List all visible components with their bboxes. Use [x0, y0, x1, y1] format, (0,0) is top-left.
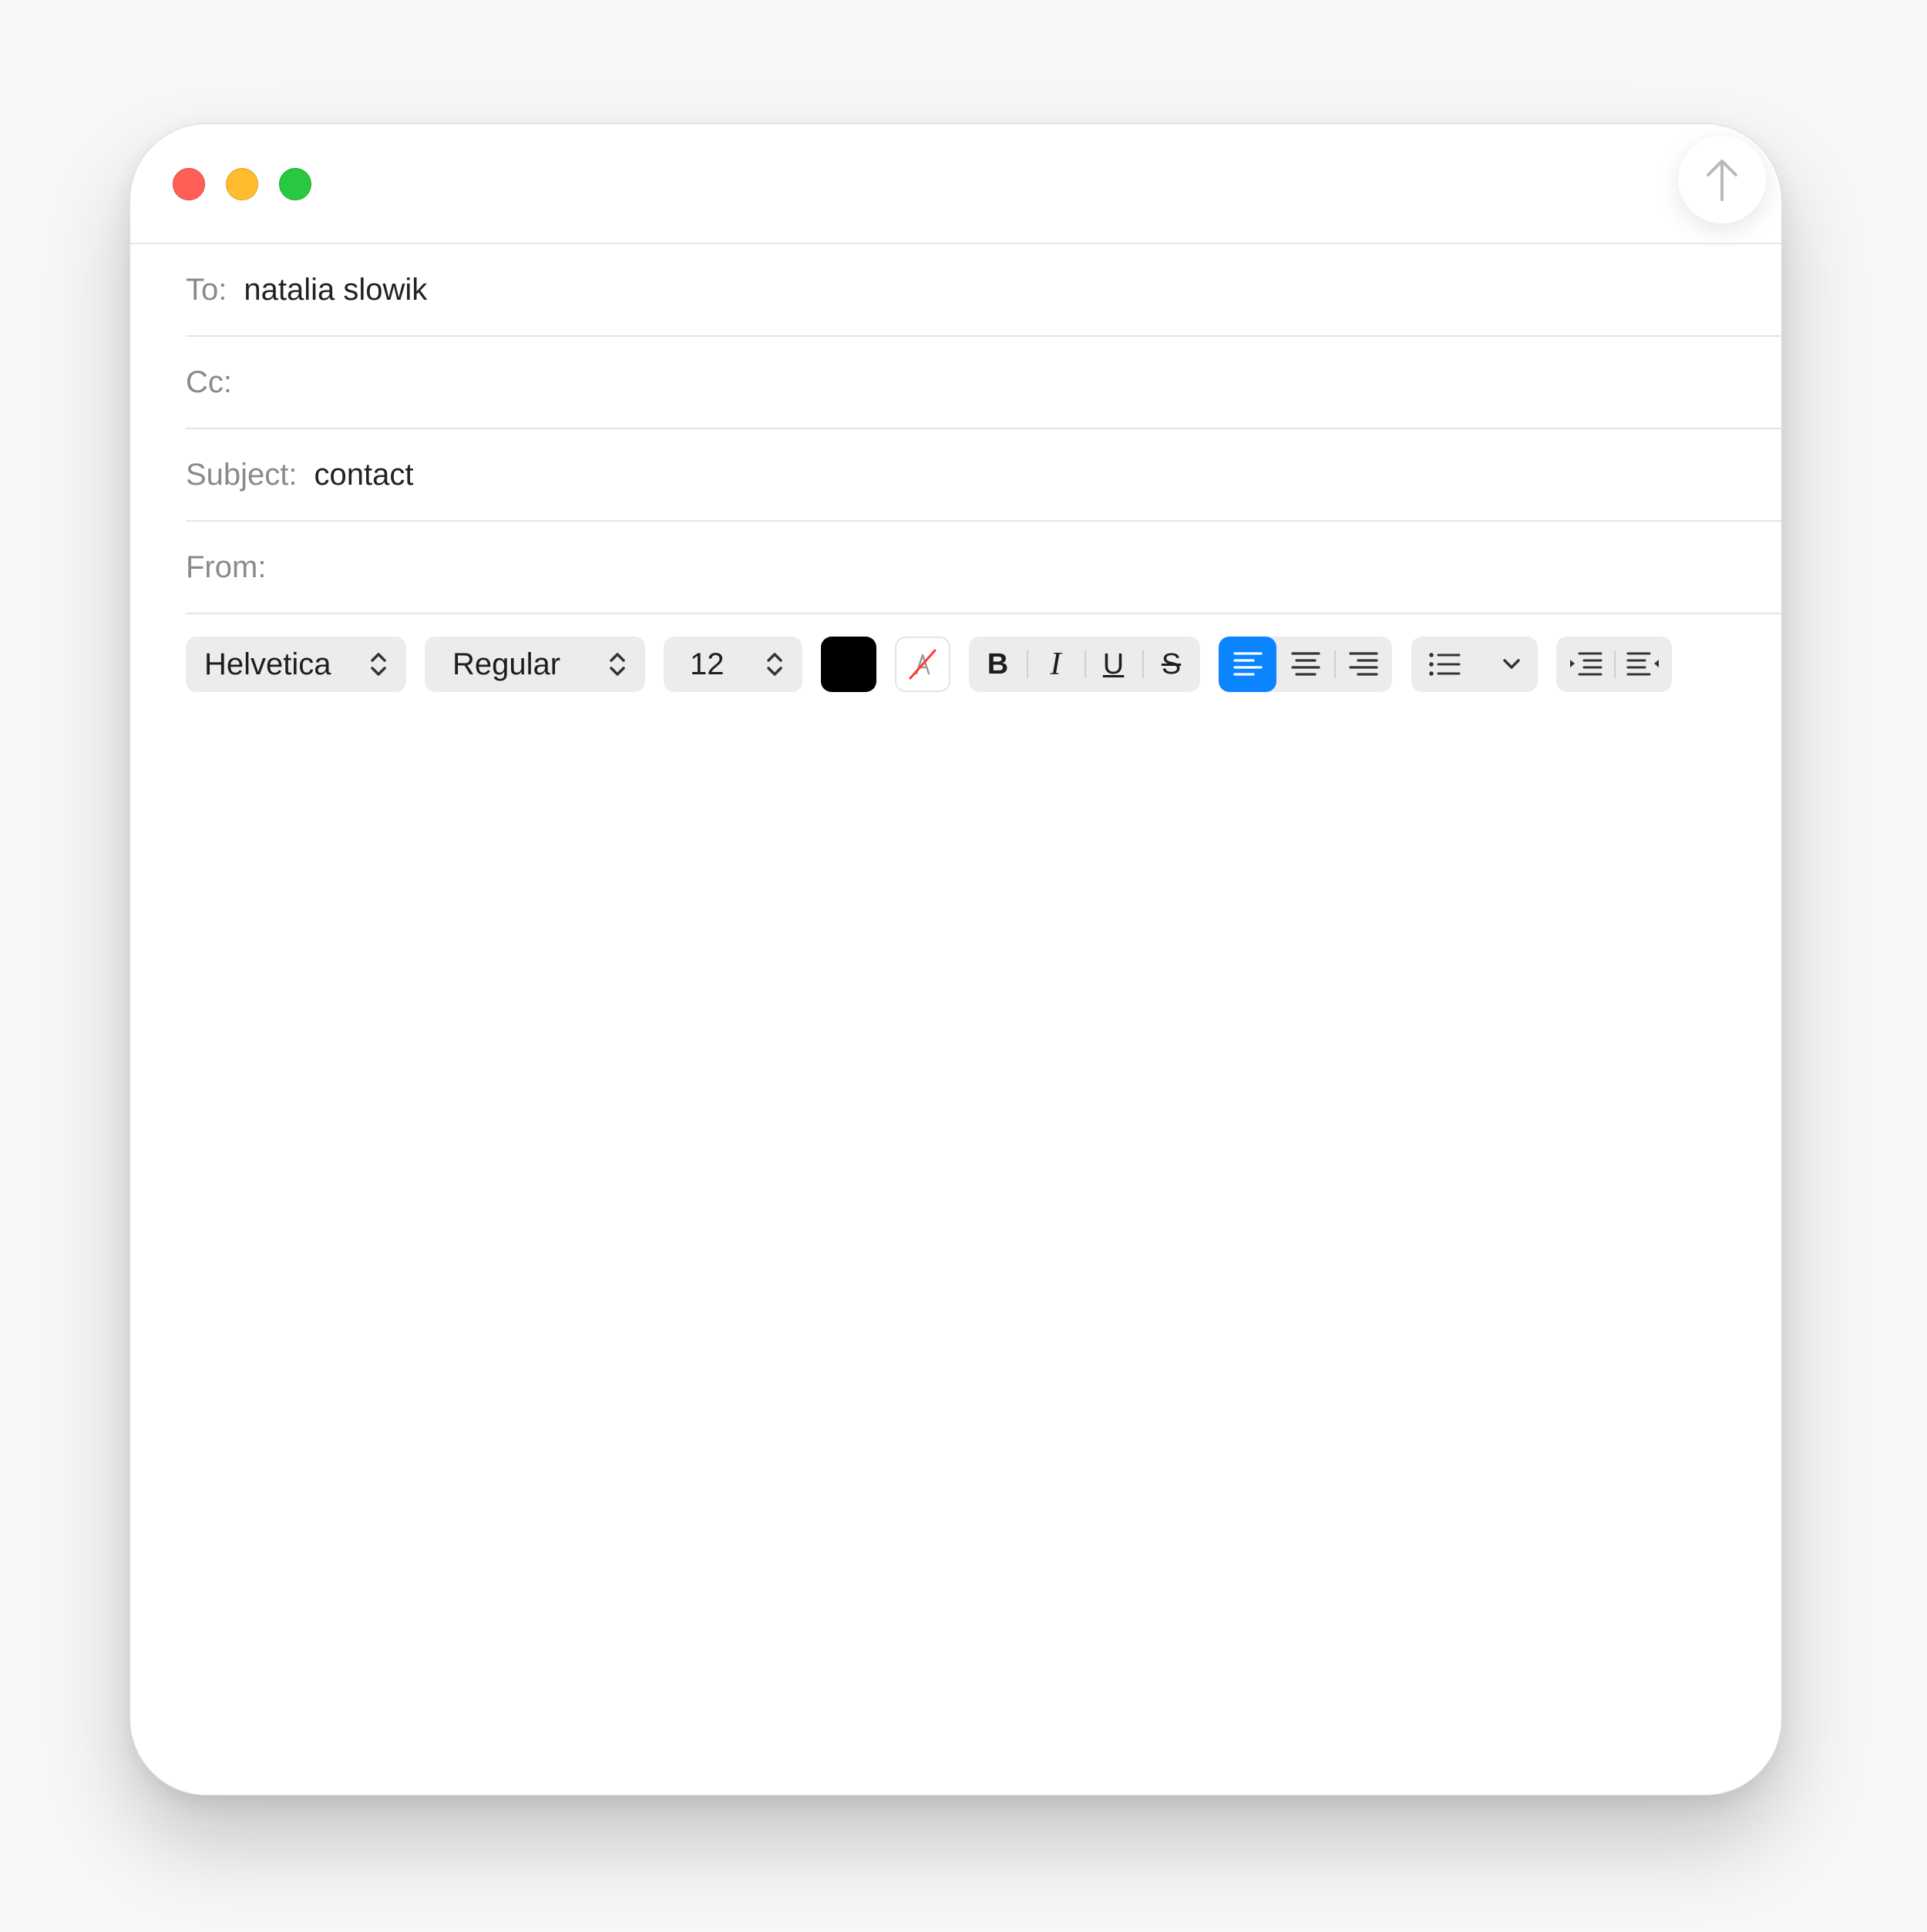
align-center-button[interactable]	[1276, 637, 1334, 692]
text-style-group: B I U S	[969, 637, 1200, 692]
zoom-button[interactable]	[279, 168, 311, 200]
strikethrough-button[interactable]: S	[1142, 637, 1200, 692]
chevron-down-icon	[1503, 659, 1520, 669]
arrow-up-icon	[1707, 160, 1737, 201]
send-button[interactable]	[1678, 136, 1766, 223]
stepper-chevrons-icon	[767, 653, 782, 676]
close-button[interactable]	[173, 168, 205, 200]
list-style-popup[interactable]	[1411, 637, 1538, 692]
to-row[interactable]: To: natalia slowik	[186, 244, 1781, 337]
font-size-popup[interactable]: 12	[664, 637, 802, 692]
font-family-popup[interactable]: Helvetica	[186, 637, 406, 692]
decrease-indent-button[interactable]	[1556, 637, 1614, 692]
subject-label: Subject:	[186, 457, 298, 492]
subject-row[interactable]: Subject: contact	[186, 429, 1781, 522]
stepper-chevrons-icon	[371, 653, 386, 676]
italic-label: I	[1050, 647, 1061, 682]
font-style-popup[interactable]: Regular	[425, 637, 645, 692]
stepper-chevrons-icon	[610, 653, 625, 676]
italic-button[interactable]: I	[1027, 637, 1085, 692]
compose-window: To: natalia slowik Cc: Subject: contact …	[129, 123, 1782, 1796]
from-label: From:	[186, 549, 267, 584]
font-family-value: Helvetica	[204, 647, 331, 681]
increase-indent-button[interactable]	[1614, 637, 1672, 692]
underline-label: U	[1102, 647, 1125, 680]
outdent-icon	[1569, 652, 1602, 676]
minimize-button[interactable]	[226, 168, 258, 200]
alignment-group	[1219, 637, 1392, 692]
bulleted-list-icon	[1429, 653, 1461, 676]
indent-group	[1556, 637, 1672, 692]
message-body[interactable]	[186, 725, 1726, 1733]
align-left-icon	[1233, 652, 1263, 676]
text-color-well[interactable]	[821, 637, 876, 692]
no-style-icon	[909, 649, 937, 680]
indent-icon	[1626, 652, 1659, 676]
cc-row[interactable]: Cc:	[186, 337, 1781, 429]
strikethrough-label: S	[1161, 647, 1182, 680]
clear-style-button[interactable]	[895, 637, 950, 692]
font-style-value: Regular	[452, 647, 561, 681]
bold-label: B	[987, 647, 1009, 680]
align-left-button[interactable]	[1219, 637, 1276, 692]
underline-button[interactable]: U	[1085, 637, 1142, 692]
align-center-icon	[1290, 652, 1320, 676]
font-size-value: 12	[690, 647, 725, 681]
to-label: To:	[186, 272, 227, 307]
cc-label: Cc:	[186, 365, 232, 399]
from-row[interactable]: From:	[186, 522, 1781, 614]
align-right-button[interactable]	[1334, 637, 1392, 692]
align-right-icon	[1348, 652, 1378, 676]
subject-field[interactable]: contact	[314, 458, 414, 492]
bold-button[interactable]: B	[969, 637, 1027, 692]
to-field[interactable]: natalia slowik	[244, 273, 427, 307]
